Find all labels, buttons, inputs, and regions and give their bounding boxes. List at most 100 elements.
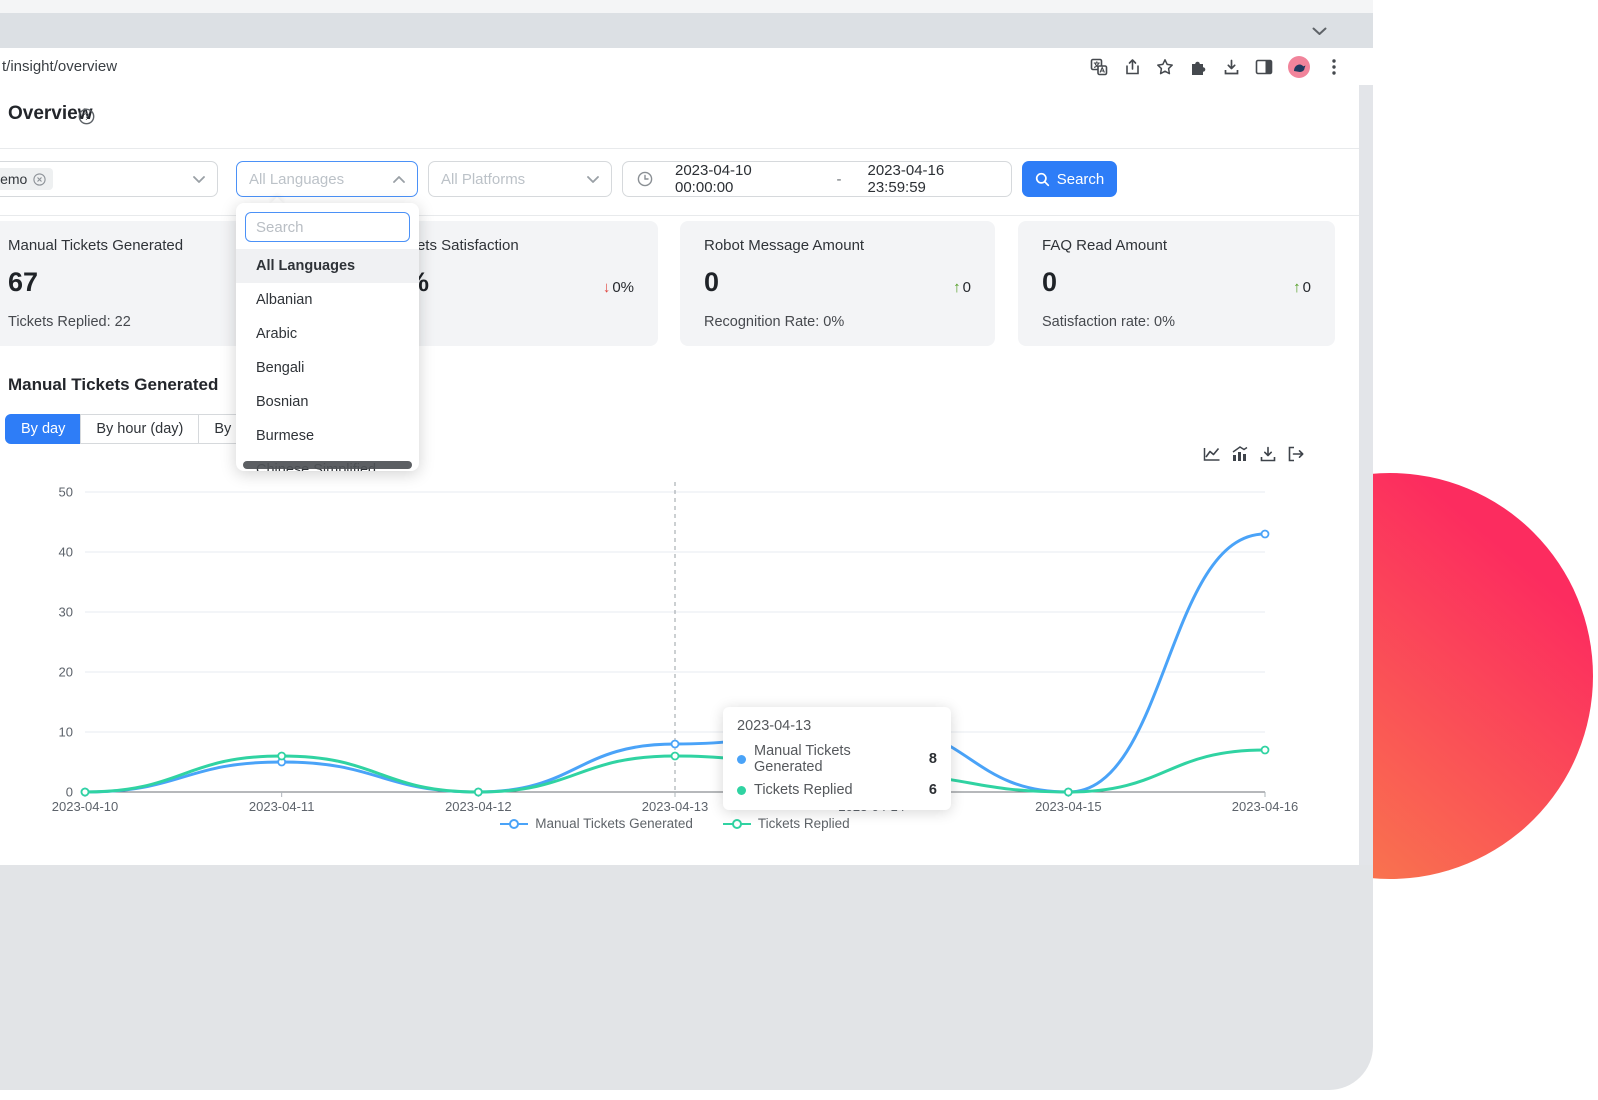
card-title: Robot Message Amount [704, 237, 971, 254]
y-axis-label: 10 [59, 725, 73, 740]
legend-label: Manual Tickets Generated [535, 816, 693, 831]
change-indicator: ↑ 0 [953, 279, 971, 296]
tooltip-dot-0 [737, 755, 746, 764]
legend-item[interactable]: Manual Tickets Generated [500, 816, 693, 831]
share-icon[interactable] [1123, 58, 1141, 76]
language-dropdown: All LanguagesAlbanianArabicBengaliBosnia… [236, 203, 419, 471]
legend-label: Tickets Replied [758, 816, 850, 831]
stat-card-robot-message: Robot Message Amount 0 Recognition Rate:… [680, 221, 995, 346]
tooltip-series-label: Manual Tickets Generated [754, 743, 921, 775]
project-select[interactable]: Demo [0, 161, 218, 197]
platform-select-value: All Platforms [441, 171, 525, 188]
project-tag-label: Demo [0, 171, 27, 187]
card-value: 0 [1042, 267, 1311, 298]
x-axis-label: 2023-04-15 [1035, 799, 1102, 814]
card-subtitle: Satisfaction rate: 0% [1042, 314, 1311, 330]
y-axis-label: 40 [59, 545, 73, 560]
chevron-down-icon[interactable] [1312, 27, 1327, 36]
dropdown-scrollbar[interactable] [243, 461, 412, 469]
language-select-value: All Languages [249, 171, 344, 188]
data-point [1262, 747, 1269, 754]
data-point [672, 741, 679, 748]
language-option[interactable]: All Languages [236, 249, 419, 283]
translate-icon[interactable] [1090, 58, 1108, 76]
toolbar-icons [1090, 48, 1343, 85]
down-arrow-icon: ↓ [603, 279, 611, 296]
change-value: 0 [963, 279, 971, 296]
card-title: FAQ Read Amount [1042, 237, 1311, 254]
header-divider [0, 148, 1359, 149]
search-button-label: Search [1057, 171, 1105, 188]
y-axis-label: 50 [59, 485, 73, 500]
scrollbar-track[interactable] [1359, 85, 1373, 865]
data-point [82, 789, 89, 796]
page-background [0, 865, 1373, 1090]
dropdown-search-box[interactable] [245, 212, 410, 242]
date-range-picker[interactable]: 2023-04-10 00:00:00 - 2023-04-16 23:59:5… [622, 161, 1012, 197]
x-axis-label: 2023-04-10 [52, 799, 119, 814]
side-panel-icon[interactable] [1255, 58, 1273, 76]
legend-item[interactable]: Tickets Replied [723, 816, 850, 831]
browser-tabstrip [0, 13, 1373, 48]
download-icon[interactable] [1222, 58, 1240, 76]
bookmark-star-icon[interactable] [1156, 58, 1174, 76]
chart-legend: Manual Tickets Generated Tickets Replied [0, 816, 1350, 831]
change-indicator: ↓ 0% [603, 279, 634, 296]
chevron-down-icon [193, 176, 205, 183]
date-separator: - [837, 171, 842, 188]
filter-divider [0, 215, 1359, 216]
line-chart-icon[interactable] [1203, 445, 1221, 463]
tag-remove-icon[interactable] [33, 173, 46, 186]
browser-window: t/insight/overview [0, 0, 1373, 1090]
more-menu-icon[interactable] [1325, 58, 1343, 76]
up-arrow-icon: ↑ [1293, 279, 1301, 296]
chevron-up-icon [393, 176, 405, 183]
language-select[interactable]: All Languages [236, 161, 418, 197]
y-axis-label: 0 [66, 785, 73, 800]
tooltip-row: Manual Tickets Generated 8 [737, 743, 937, 775]
line-chart[interactable]: 010203040502023-04-102023-04-112023-04-1… [0, 470, 1359, 818]
data-point [475, 789, 482, 796]
card-subtitle: Recognition Rate: 0% [704, 314, 971, 330]
card-title: Tickets Satisfaction [390, 237, 634, 254]
language-option[interactable]: Bosnian [236, 385, 419, 419]
date-end[interactable]: 2023-04-16 23:59:59 [868, 162, 996, 196]
tooltip-series-value: 8 [929, 751, 937, 767]
profile-avatar[interactable] [1288, 56, 1310, 78]
stat-card-faq-read: FAQ Read Amount 0 Satisfaction rate: 0% … [1018, 221, 1335, 346]
tooltip-title: 2023-04-13 [737, 718, 937, 734]
address-bar[interactable]: t/insight/overview [2, 48, 117, 85]
help-icon[interactable]: ? [78, 108, 95, 125]
chart-toolbar [1203, 445, 1305, 463]
tab-by-day[interactable]: By day [5, 414, 81, 444]
language-option[interactable]: Albanian [236, 283, 419, 317]
tooltip-dot-1 [737, 786, 746, 795]
date-start[interactable]: 2023-04-10 00:00:00 [675, 162, 803, 196]
language-option[interactable]: Bengali [236, 351, 419, 385]
chart-section-title: Manual Tickets Generated [8, 375, 218, 395]
data-point [278, 753, 285, 760]
download-icon[interactable] [1259, 445, 1277, 463]
language-option[interactable]: Burmese [236, 419, 419, 453]
language-option[interactable]: Arabic [236, 317, 419, 351]
project-tag: Demo [0, 168, 53, 190]
up-arrow-icon: ↑ [953, 279, 961, 296]
change-value: 0 [1303, 279, 1311, 296]
tooltip-row: Tickets Replied 6 [737, 782, 937, 798]
x-axis-label: 2023-04-16 [1232, 799, 1299, 814]
data-point [1065, 789, 1072, 796]
legend-marker-icon [723, 819, 751, 829]
export-icon[interactable] [1287, 445, 1305, 463]
change-indicator: ↑ 0 [1293, 279, 1311, 296]
change-value: 0% [612, 279, 634, 296]
tab-by-hour-day[interactable]: By hour (day) [80, 414, 199, 444]
dropdown-search-input[interactable] [254, 218, 401, 237]
x-axis-label: 2023-04-11 [249, 799, 315, 814]
tooltip-series-value: 6 [929, 782, 937, 798]
search-button[interactable]: Search [1022, 161, 1117, 197]
clock-icon [637, 171, 653, 187]
platform-select[interactable]: All Platforms [428, 161, 612, 197]
extensions-icon[interactable] [1189, 58, 1207, 76]
card-value: 0% [390, 267, 634, 298]
bar-chart-icon[interactable] [1231, 445, 1249, 463]
